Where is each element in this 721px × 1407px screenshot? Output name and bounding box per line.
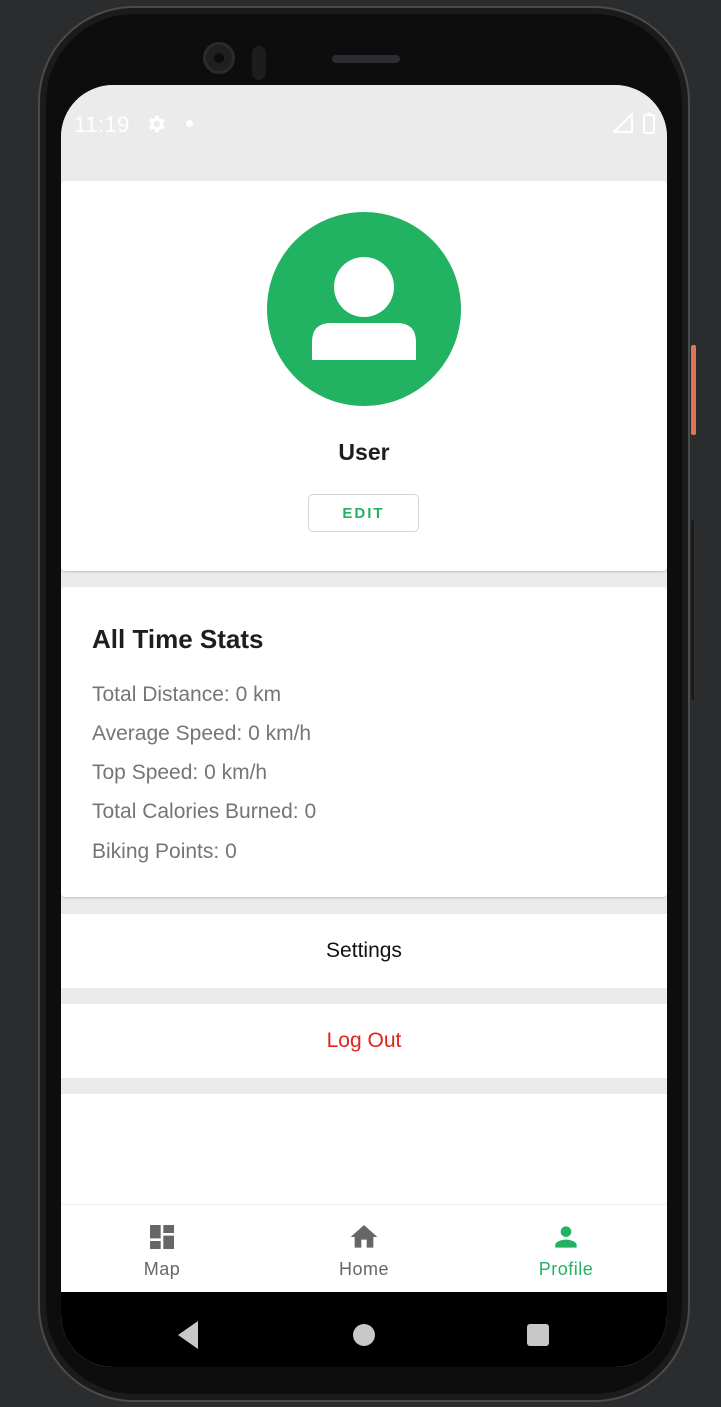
home-icon xyxy=(350,1225,378,1248)
person-icon xyxy=(312,257,416,360)
nav-item-home[interactable]: Home xyxy=(263,1205,465,1293)
bottom-navigation: Map Home Profile xyxy=(61,1204,667,1292)
stat-total-distance: Total Distance: 0 km xyxy=(92,683,282,706)
power-button xyxy=(691,345,696,435)
avatar[interactable] xyxy=(267,212,461,406)
status-bar: 11:19 xyxy=(61,85,667,161)
signal-icon xyxy=(613,113,633,133)
nav-item-map[interactable]: Map xyxy=(61,1205,263,1293)
stats-card: All Time Stats Total Distance: 0 km Aver… xyxy=(61,587,667,897)
home-circle-icon[interactable] xyxy=(353,1324,375,1346)
recents-square-icon[interactable] xyxy=(527,1324,549,1346)
person-icon xyxy=(555,1226,577,1248)
stat-calories: Total Calories Burned: 0 xyxy=(92,800,317,823)
nav-item-profile[interactable]: Profile xyxy=(465,1205,667,1293)
stats-title: All Time Stats xyxy=(92,624,264,654)
edit-profile-button[interactable]: EDIT xyxy=(308,494,419,532)
system-navigation-bar xyxy=(61,1292,667,1367)
gear-icon xyxy=(149,115,165,133)
stat-average-speed: Average Speed: 0 km/h xyxy=(92,722,312,745)
settings-button[interactable]: Settings xyxy=(61,914,667,988)
empty-space xyxy=(61,1094,667,1204)
username: User xyxy=(338,439,390,465)
logout-button[interactable]: Log Out xyxy=(61,1004,667,1078)
profile-card: User EDIT xyxy=(61,181,667,571)
status-time: 11:19 xyxy=(74,112,130,137)
battery-icon xyxy=(643,112,655,134)
stat-biking-points: Biking Points: 0 xyxy=(92,840,237,863)
earpiece-speaker xyxy=(332,55,400,63)
app-screen: 11:19 User EDIT All Time Stats Total Dis… xyxy=(61,85,667,1367)
volume-button xyxy=(691,520,694,700)
stat-top-speed: Top Speed: 0 km/h xyxy=(92,761,268,784)
back-triangle-icon[interactable] xyxy=(174,1317,200,1353)
nav-label-map: Map xyxy=(143,1259,181,1279)
notification-dot-icon xyxy=(186,120,193,127)
front-camera xyxy=(203,42,235,74)
nav-label-profile: Profile xyxy=(538,1259,594,1279)
proximity-sensor xyxy=(252,46,266,80)
nav-label-home: Home xyxy=(338,1259,389,1279)
dashboard-icon xyxy=(150,1225,174,1249)
